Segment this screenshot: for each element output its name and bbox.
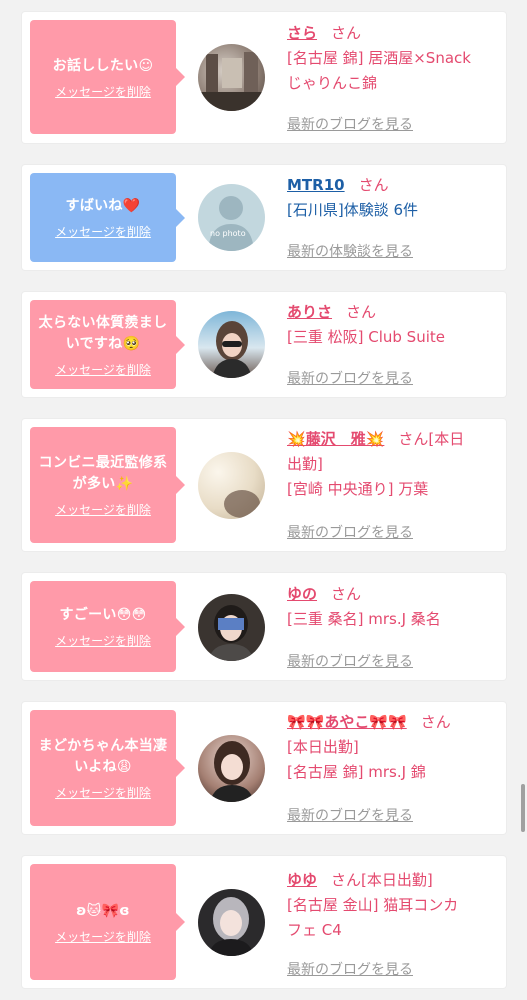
avatar[interactable] — [198, 889, 265, 956]
latest-blog-link[interactable]: 最新のブログを見る — [287, 114, 413, 134]
profile-info: ゆゆ さん[本日出勤] [名古屋 金山] 猫耳コンカ フェ C4 — [287, 868, 499, 943]
avatar[interactable] — [198, 452, 265, 519]
avatar[interactable] — [198, 735, 265, 802]
message-card: まどかちゃん本当凄いよね😩 メッセージを削除 🎀🎀あやこ🎀🎀 さん [本日出勤] … — [22, 702, 506, 834]
latest-blog-link[interactable]: 最新のブログを見る — [287, 368, 413, 388]
delete-message-link[interactable]: メッセージを削除 — [55, 786, 151, 800]
shop-info: 出勤] — [287, 455, 323, 473]
message-bubble: 太らない体質羨ましいですね🥺 メッセージを削除 — [30, 300, 185, 389]
honorific: さん — [420, 713, 451, 731]
message-bubble: すばいね❤️ メッセージを削除 — [30, 173, 185, 262]
shop-info: [本日出勤] — [287, 738, 359, 756]
scrollbar[interactable] — [521, 784, 525, 832]
message-text: 太らない体質羨ましいですね🥺 — [38, 314, 168, 352]
message-card: お話ししたい☺ メッセージを削除 さら さん [名古屋 錦] 居酒屋×Snack … — [22, 12, 506, 143]
delete-message-link[interactable]: メッセージを削除 — [55, 634, 151, 648]
delete-message-link[interactable]: メッセージを削除 — [55, 930, 151, 944]
honorific: さん[本日出勤] — [331, 871, 433, 889]
avatar[interactable] — [198, 44, 265, 111]
honorific: さん — [346, 303, 377, 321]
message-text: すばいね❤️ — [65, 198, 141, 214]
message-card: すばいね❤️ メッセージを削除 no photo MTR10 さん [石川県]体験… — [22, 165, 506, 270]
message-text: ʚ🐱🎀ɞ — [76, 902, 130, 919]
shop-info: [名古屋 錦] mrs.J 錦 — [287, 763, 426, 781]
profile-name-link[interactable]: 🎀🎀あやこ🎀🎀 — [287, 713, 407, 731]
latest-blog-link[interactable]: 最新のブログを見る — [287, 522, 413, 542]
honorific: さん — [331, 24, 362, 42]
profile-name-link[interactable]: MTR10 — [287, 176, 345, 194]
delete-message-link[interactable]: メッセージを削除 — [55, 85, 151, 99]
profile-name-link[interactable]: さら — [287, 24, 317, 42]
avatar[interactable] — [198, 594, 265, 661]
shop-info: じゃりんこ錦 — [287, 74, 378, 92]
delete-message-link[interactable]: メッセージを削除 — [55, 503, 151, 517]
profile-name-link[interactable]: ゆゆ — [287, 871, 317, 889]
honorific: さん — [358, 176, 389, 194]
shop-info: [三重 桑名] mrs.J 桑名 — [287, 610, 441, 628]
shop-info: [三重 松阪] Club Suite — [287, 328, 445, 346]
avatar[interactable] — [198, 311, 265, 378]
honorific: さん[本日 — [398, 430, 465, 448]
message-card: 太らない体質羨ましいですね🥺 メッセージを削除 ありさ さん [三重 松阪] Cl… — [22, 292, 506, 397]
profile-name-link[interactable]: 💥藤沢 雅💥 — [287, 430, 384, 448]
shop-info: [名古屋 金山] 猫耳コンカ — [287, 896, 459, 914]
honorific: さん — [331, 585, 362, 603]
message-text: まどかちゃん本当凄いよね😩 — [38, 738, 168, 775]
latest-blog-link[interactable]: 最新のブログを見る — [287, 651, 413, 671]
message-bubble: すごーい😳😳 メッセージを削除 — [30, 581, 185, 672]
message-bubble: まどかちゃん本当凄いよね😩 メッセージを削除 — [30, 710, 185, 826]
latest-blog-link[interactable]: 最新のブログを見る — [287, 959, 413, 979]
latest-blog-link[interactable]: 最新のブログを見る — [287, 805, 413, 825]
message-text: すごーい😳😳 — [59, 607, 147, 623]
message-card: コンビニ最近監修系が多い✨ メッセージを削除 💥藤沢 雅💥 さん[本日 出勤] [… — [22, 419, 506, 551]
profile-name-link[interactable]: ありさ — [287, 303, 332, 321]
message-text: お話ししたい☺ — [52, 57, 154, 74]
no-photo-label: no photo — [210, 229, 246, 238]
profile-name-link[interactable]: ゆの — [287, 585, 317, 603]
shop-info: フェ C4 — [287, 921, 342, 939]
message-bubble: お話ししたい☺ メッセージを削除 — [30, 20, 185, 134]
no-photo-avatar[interactable]: no photo — [198, 184, 265, 251]
profile-info: 💥藤沢 雅💥 さん[本日 出勤] [宮崎 中央通り] 万葉 — [287, 427, 499, 502]
profile-info: ありさ さん [三重 松阪] Club Suite — [287, 300, 499, 350]
latest-experience-link[interactable]: 最新の体験談を見る — [287, 241, 413, 261]
delete-message-link[interactable]: メッセージを削除 — [55, 363, 151, 377]
shop-info: [名古屋 錦] 居酒屋×Snack — [287, 49, 471, 67]
profile-info: 🎀🎀あやこ🎀🎀 さん [本日出勤] [名古屋 錦] mrs.J 錦 — [287, 710, 499, 785]
shop-info: [宮崎 中央通り] 万葉 — [287, 480, 429, 498]
profile-info: ゆの さん [三重 桑名] mrs.J 桑名 — [287, 582, 499, 632]
profile-info: さら さん [名古屋 錦] 居酒屋×Snack じゃりんこ錦 — [287, 21, 499, 96]
profile-info: MTR10 さん [石川県]体験談 6件 — [287, 173, 499, 223]
message-card: すごーい😳😳 メッセージを削除 ゆの さん [三重 桑名] mrs.J 桑名 最新… — [22, 573, 506, 680]
message-text: コンビニ最近監修系が多い✨ — [38, 455, 168, 492]
delete-message-link[interactable]: メッセージを削除 — [55, 225, 151, 239]
message-bubble: ʚ🐱🎀ɞ メッセージを削除 — [30, 864, 185, 980]
shop-info: [石川県]体験談 6件 — [287, 201, 419, 219]
message-bubble: コンビニ最近監修系が多い✨ メッセージを削除 — [30, 427, 185, 543]
message-card: ʚ🐱🎀ɞ メッセージを削除 ゆゆ さん[本日出勤] [名古屋 金山] 猫耳コンカ … — [22, 856, 506, 988]
